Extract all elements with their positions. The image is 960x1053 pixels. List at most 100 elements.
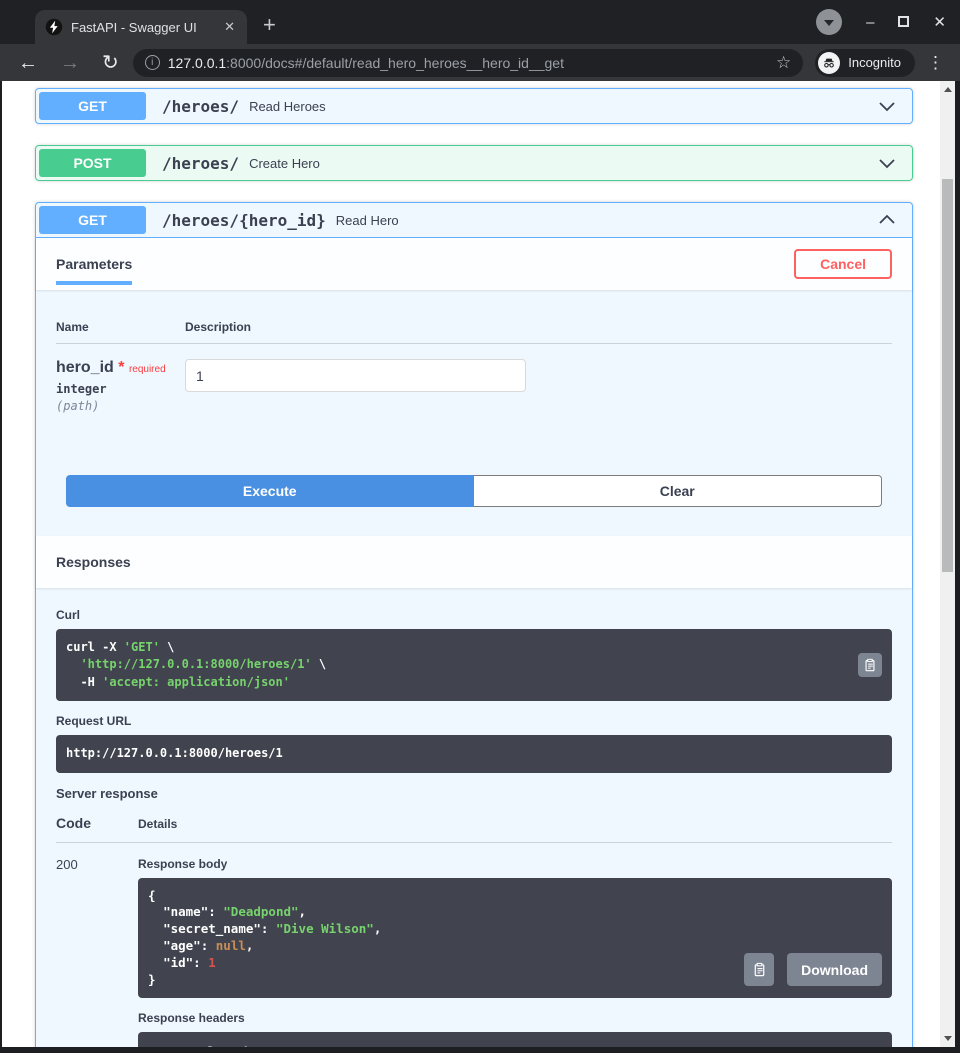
menu-more-icon[interactable]: ⋮: [921, 53, 950, 73]
maximize-icon: [898, 15, 910, 27]
swagger-page: GET /heroes/ Read Heroes POST /heroes/ C…: [2, 81, 955, 1047]
reload-button[interactable]: ↻: [94, 53, 127, 73]
json-brace: }: [148, 971, 156, 987]
url-host: 127.0.0.1: [167, 54, 227, 71]
request-url-value: http://127.0.0.1:8000/heroes/1: [56, 735, 892, 773]
parameter-location: (path): [56, 399, 100, 413]
incognito-icon: [818, 51, 841, 74]
address-bar[interactable]: i 127.0.0.1:8000/docs#/default/read_hero…: [132, 48, 804, 77]
chevron-down-icon[interactable]: [877, 153, 897, 173]
close-button[interactable]: ✕: [933, 15, 946, 30]
minimize-button[interactable]: –: [866, 15, 874, 30]
url-text: 127.0.0.1:8000/docs#/default/read_hero_h…: [168, 55, 766, 71]
column-description: Description: [185, 320, 252, 334]
status-code: 200: [56, 856, 78, 872]
method-badge-get: GET: [39, 92, 146, 120]
curl-string: 'accept: application/json': [102, 674, 290, 689]
response-headers-code: content-length: 65 content-type: applica…: [138, 1032, 892, 1047]
operation-path: /heroes/{hero_id}: [162, 210, 326, 230]
response-table-header: Code Details: [56, 815, 892, 843]
cancel-button[interactable]: Cancel: [794, 249, 892, 279]
window-controls: – ✕: [816, 9, 960, 41]
maximize-button[interactable]: [898, 15, 910, 30]
scroll-down-arrow-icon[interactable]: [940, 1031, 955, 1046]
parameters-columns: Name Description: [56, 320, 892, 344]
response-body-label: Response body: [138, 856, 228, 871]
responses-title: Responses: [56, 554, 131, 570]
clear-button[interactable]: Clear: [473, 475, 882, 507]
json-null-value: null: [215, 937, 246, 953]
opblock-post-heroes: POST /heroes/ Create Hero: [35, 145, 913, 181]
scroll-up-arrow-icon[interactable]: [940, 82, 955, 97]
download-button[interactable]: Download: [787, 953, 882, 987]
execute-button[interactable]: Execute: [66, 475, 474, 507]
url-path: :8000/docs#/default/read_hero_heroes__he…: [226, 54, 564, 71]
curl-command: curl -X 'GET' \ 'http://127.0.0.1:8000/h…: [56, 629, 892, 702]
scrollbar-thumb[interactable]: [942, 179, 953, 572]
parameter-row: hero_id * required integer (path): [56, 344, 892, 413]
json-key: "name": [163, 904, 209, 920]
curl-label: Curl: [56, 608, 80, 622]
chevron-down-icon[interactable]: [877, 96, 897, 116]
operation-path: /heroes/: [162, 153, 240, 173]
incognito-badge: Incognito: [815, 48, 915, 77]
curl-text: curl -X: [66, 640, 124, 654]
parameter-name-cell: hero_id * required integer (path): [56, 359, 185, 413]
server-response-label: Server response: [56, 785, 158, 801]
response-details: Response body { "name": "Deadpond", "sec…: [138, 857, 892, 1047]
site-info-icon[interactable]: i: [144, 55, 160, 70]
method-badge-get: GET: [39, 206, 146, 234]
operation-path: /heroes/: [162, 96, 240, 116]
bookmark-star-icon[interactable]: ☆: [774, 53, 793, 73]
parameter-value-cell: [185, 359, 526, 413]
copy-curl-button[interactable]: [858, 653, 882, 678]
method-badge-post: POST: [39, 149, 146, 177]
swagger-content: GET /heroes/ Read Heroes POST /heroes/ C…: [2, 81, 940, 1047]
required-star: *: [118, 359, 125, 376]
curl-string: 'http://127.0.0.1:8000/heroes/1': [80, 657, 312, 672]
operation-summary: Read Heroes: [249, 98, 326, 114]
page-scrollbar[interactable]: [940, 81, 955, 1047]
curl-text: \: [311, 657, 327, 672]
response-body-actions: Download: [744, 953, 882, 987]
forward-button[interactable]: →: [52, 53, 88, 73]
response-headers-label: Response headers: [138, 1011, 245, 1026]
curl-text: -H: [66, 674, 103, 689]
code-column-label: Code: [56, 814, 91, 831]
json-colon: :: [193, 954, 209, 970]
titlebar: FastAPI - Swagger UI ✕ + – ✕: [0, 0, 960, 44]
details-column-label: Details: [138, 816, 178, 831]
chevron-up-icon[interactable]: [877, 210, 897, 230]
tab-close-icon[interactable]: ✕: [222, 19, 237, 35]
column-name: Name: [56, 320, 89, 334]
curl-string: 'GET': [123, 640, 160, 654]
hero-id-input[interactable]: [185, 359, 526, 392]
responses-inner: Curl curl -X 'GET' \ 'http://127.0.0.1:8…: [36, 588, 912, 1047]
parameters-header: Parameters Cancel: [36, 238, 912, 290]
execute-row: Execute Clear: [36, 455, 912, 536]
chevron-down-icon: [824, 20, 835, 26]
opblock-summary-create-hero[interactable]: POST /heroes/ Create Hero: [36, 146, 912, 180]
opblock-summary-read-hero[interactable]: GET /heroes/{hero_id} Read Hero: [36, 203, 912, 238]
json-key: "age": [163, 937, 201, 953]
json-key: "id": [163, 954, 194, 970]
operation-summary: Read Hero: [335, 212, 399, 228]
response-header-line: content-length: 65: [150, 1045, 280, 1047]
back-button[interactable]: ←: [10, 53, 46, 73]
copy-response-button[interactable]: [744, 953, 775, 987]
tab-parameters[interactable]: Parameters: [56, 239, 133, 289]
json-brace: {: [148, 887, 156, 903]
browser-tab[interactable]: FastAPI - Swagger UI ✕: [35, 10, 247, 44]
new-tab-button[interactable]: +: [263, 10, 276, 40]
json-colon: :: [260, 921, 276, 937]
tab-search-button[interactable]: [816, 9, 843, 35]
operation-summary: Create Hero: [249, 155, 320, 171]
json-string-value: "Dive Wilson": [275, 921, 374, 937]
tab-title: FastAPI - Swagger UI: [71, 19, 197, 35]
opblock-summary-read-heroes[interactable]: GET /heroes/ Read Heroes: [36, 89, 912, 123]
browser-toolbar: ← → ↻ i 127.0.0.1:8000/docs#/default/rea…: [0, 44, 960, 81]
json-string-value: "Deadpond": [223, 904, 299, 920]
request-url-label: Request URL: [56, 714, 132, 729]
opblock-get-heroes: GET /heroes/ Read Heroes: [35, 88, 913, 124]
incognito-label: Incognito: [848, 55, 901, 70]
